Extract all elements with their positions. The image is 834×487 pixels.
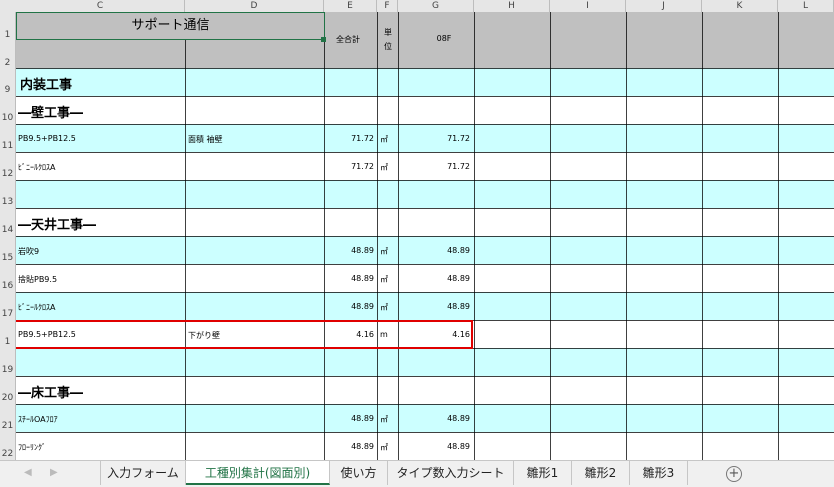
- sheet-tab-bar: ◀ ▶ 入力フォーム 工種別集計(図面別) 使い方 タイプ数入力シート 雛形1 …: [0, 460, 834, 487]
- grid-line: [16, 208, 834, 209]
- grid-line: [16, 124, 834, 125]
- col-header-F[interactable]: F: [377, 0, 398, 12]
- item-floor-value[interactable]: 48.89: [400, 442, 470, 451]
- item-floor-value[interactable]: 48.89: [400, 274, 470, 283]
- grid-line: [16, 432, 834, 433]
- col-header-I[interactable]: I: [550, 0, 626, 12]
- section-title[interactable]: ―床工事―: [18, 382, 83, 401]
- title-cell[interactable]: サポート通信: [16, 12, 325, 40]
- item-unit[interactable]: ㎡: [380, 162, 388, 173]
- item-unit[interactable]: ㎡: [380, 134, 388, 145]
- section-title[interactable]: ―天井工事―: [18, 214, 96, 233]
- row-number[interactable]: 13: [0, 197, 15, 207]
- col-header-D[interactable]: D: [185, 0, 324, 12]
- section-title[interactable]: ―壁工事―: [18, 102, 83, 121]
- row-number[interactable]: 14: [0, 225, 15, 235]
- worksheet-grid[interactable]: サポート通信 全合計 単 位 08F 内装工事 ―壁工事― PB9.5+PB12…: [16, 12, 834, 460]
- row-number[interactable]: 2: [0, 58, 15, 68]
- col-header-H[interactable]: H: [474, 0, 550, 12]
- row-number[interactable]: 9: [0, 85, 15, 95]
- item-total[interactable]: 71.72: [326, 162, 374, 171]
- item-name[interactable]: 捨貼PB9.5: [18, 274, 57, 285]
- grid-line: [16, 96, 834, 97]
- item-name[interactable]: ｽﾁｰﾙOAﾌﾛｱ: [18, 414, 58, 425]
- item-unit[interactable]: ㎡: [380, 414, 388, 425]
- row-number[interactable]: 12: [0, 169, 15, 179]
- section-title[interactable]: 内装工事: [20, 74, 72, 93]
- col-header-L[interactable]: L: [778, 0, 834, 12]
- item-floor-value[interactable]: 71.72: [400, 162, 470, 171]
- item-floor-value[interactable]: 48.89: [400, 302, 470, 311]
- item-unit[interactable]: ㎡: [380, 246, 388, 257]
- row-band: [16, 180, 834, 208]
- row-number[interactable]: 1: [0, 30, 15, 40]
- grid-line: [16, 376, 834, 377]
- grid-line: [16, 292, 834, 293]
- item-note[interactable]: 面積 袖壁: [188, 134, 223, 145]
- floor-header[interactable]: 08F: [426, 34, 462, 43]
- item-total[interactable]: 48.89: [326, 414, 374, 423]
- item-unit[interactable]: ㎡: [380, 302, 388, 313]
- item-total[interactable]: 71.72: [326, 134, 374, 143]
- row-number[interactable]: 10: [0, 113, 15, 123]
- tab-summary-by-drawing[interactable]: 工種別集計(図面別): [186, 461, 330, 485]
- row-band: [16, 376, 834, 404]
- item-total[interactable]: 48.89: [326, 246, 374, 255]
- item-name[interactable]: ﾌﾛｰﾘﾝｸﾞ: [18, 442, 46, 453]
- item-name[interactable]: ﾋﾞﾆｰﾙｸﾛｽA: [18, 162, 55, 173]
- next-sheet-icon[interactable]: ▶: [50, 467, 58, 478]
- tab-template-1[interactable]: 雛形1: [514, 461, 572, 485]
- item-total[interactable]: 48.89: [326, 442, 374, 451]
- row-number[interactable]: 22: [0, 449, 15, 459]
- col-header-E[interactable]: E: [324, 0, 377, 12]
- tab-type-count-input[interactable]: タイプ数入力シート: [388, 461, 514, 485]
- item-floor-value[interactable]: 48.89: [400, 414, 470, 423]
- row-header-bar: 1 2 9 10 11 12 13 14 15 16 17 1 19 20 21…: [0, 12, 16, 460]
- grid-line: [16, 180, 834, 181]
- row-band: [16, 348, 834, 376]
- add-sheet-icon[interactable]: +: [726, 466, 742, 482]
- col-header-C[interactable]: C: [16, 0, 185, 12]
- row-number[interactable]: 11: [0, 141, 15, 151]
- tab-input-form[interactable]: 入力フォーム: [100, 461, 186, 485]
- row-number[interactable]: 16: [0, 281, 15, 291]
- item-name[interactable]: PB9.5+PB12.5: [18, 134, 76, 143]
- col-header-K[interactable]: K: [702, 0, 778, 12]
- item-floor-value[interactable]: 71.72: [400, 134, 470, 143]
- grid-line: [16, 264, 834, 265]
- item-total[interactable]: 48.89: [326, 302, 374, 311]
- item-unit[interactable]: ㎡: [380, 442, 388, 453]
- row-number[interactable]: 21: [0, 421, 15, 431]
- col-header-G[interactable]: G: [398, 0, 474, 12]
- prev-sheet-icon[interactable]: ◀: [24, 467, 32, 478]
- grid-line: [16, 236, 834, 237]
- grid-line: [16, 152, 834, 153]
- row-number[interactable]: 19: [0, 365, 15, 375]
- highlight-box: [16, 320, 473, 349]
- grid-line: [16, 404, 834, 405]
- row-number[interactable]: 1: [0, 337, 15, 347]
- item-total[interactable]: 48.89: [326, 274, 374, 283]
- unit-header[interactable]: 単 位: [380, 26, 396, 54]
- item-name[interactable]: 岩吹9: [18, 246, 39, 257]
- total-header[interactable]: 全合計: [336, 34, 360, 45]
- item-floor-value[interactable]: 48.89: [400, 246, 470, 255]
- row-band: [16, 208, 834, 236]
- row-number[interactable]: 15: [0, 253, 15, 263]
- row-band: [16, 68, 834, 96]
- tab-usage[interactable]: 使い方: [330, 461, 388, 485]
- tab-template-3[interactable]: 雛形3: [630, 461, 688, 485]
- col-header-J[interactable]: J: [626, 0, 702, 12]
- fill-handle[interactable]: [321, 37, 326, 42]
- tab-template-2[interactable]: 雛形2: [572, 461, 630, 485]
- row-number[interactable]: 17: [0, 309, 15, 319]
- item-unit[interactable]: ㎡: [380, 274, 388, 285]
- grid-line: [16, 68, 834, 69]
- row-number[interactable]: 20: [0, 393, 15, 403]
- row-band: [16, 96, 834, 124]
- item-name[interactable]: ﾋﾞﾆｰﾙｸﾛｽA: [18, 302, 55, 313]
